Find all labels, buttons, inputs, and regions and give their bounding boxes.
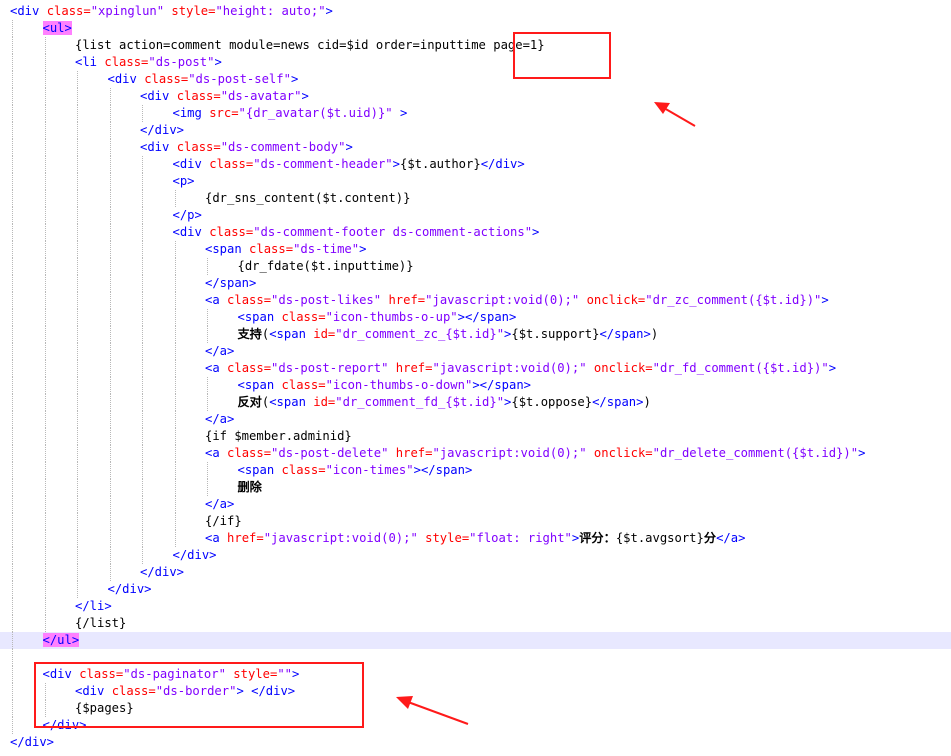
annotation-arrow-2 [396, 696, 469, 725]
annotation-arrow-1 [654, 102, 696, 127]
annotation-arrows [396, 102, 696, 725]
